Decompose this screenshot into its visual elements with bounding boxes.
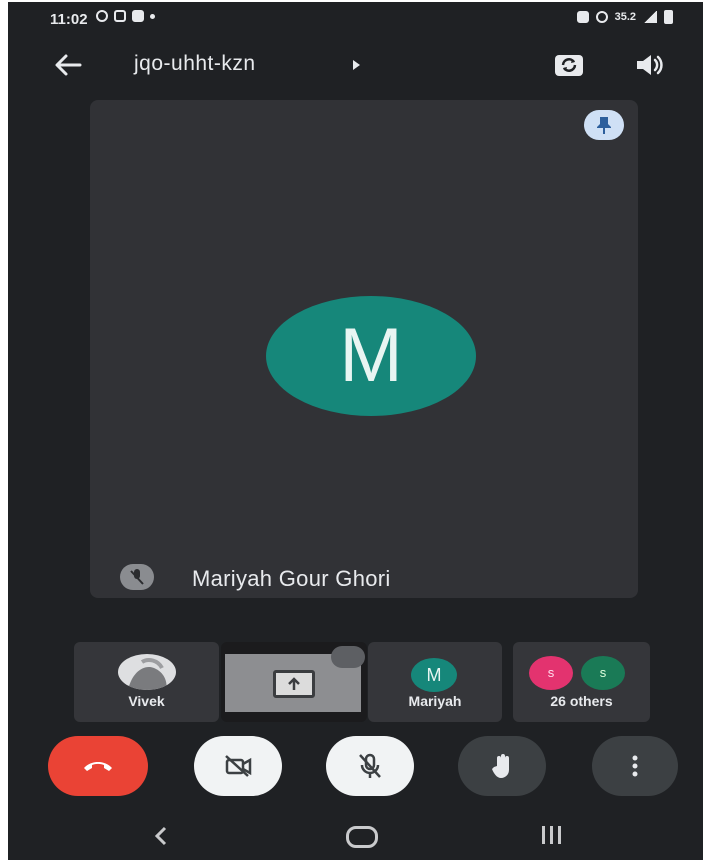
switch-camera-icon[interactable]	[552, 50, 586, 80]
tile-label: Vivek	[128, 693, 165, 709]
camera-off-icon	[225, 755, 252, 777]
data-speed: 35.2	[614, 11, 636, 23]
system-nav-bar	[8, 810, 703, 860]
raise-hand-button[interactable]	[458, 736, 546, 796]
signal-icon	[643, 11, 657, 23]
phone-screen: 11:02 35.2 jqo-uhht-kzn M Mariyah Gour G…	[8, 2, 703, 860]
mic-off-icon	[359, 753, 381, 778]
participant-avatar: s	[581, 656, 625, 690]
raise-hand-icon	[492, 754, 509, 778]
more-options-button[interactable]	[592, 736, 678, 796]
camera-toggle-button[interactable]	[194, 736, 282, 796]
self-view-tile[interactable]	[221, 642, 367, 722]
mic-off-icon	[130, 569, 144, 585]
battery-icon	[664, 10, 673, 24]
present-screen-icon	[273, 670, 315, 698]
end-call-icon	[84, 762, 112, 771]
participant-tile-vivek[interactable]: Vivek	[74, 642, 219, 722]
call-controls	[8, 736, 703, 800]
participant-avatar: M	[266, 296, 476, 416]
status-bar: 11:02 35.2	[8, 2, 703, 34]
status-left-icons	[96, 10, 155, 22]
participant-avatar: s	[529, 656, 573, 690]
end-call-button[interactable]	[48, 736, 148, 796]
main-participant-tile[interactable]: M Mariyah Gour Ghori	[90, 100, 638, 598]
participant-avatar: M	[411, 658, 457, 692]
participant-tile-others[interactable]: s s 26 others	[513, 642, 650, 722]
nav-home-icon[interactable]	[346, 826, 378, 848]
more-options-icon	[632, 755, 638, 777]
participant-filmstrip: Vivek M Mariyah s s 26 others	[8, 642, 703, 722]
status-right-icons: 35.2	[576, 10, 673, 24]
tile-label: Mariyah	[408, 693, 462, 709]
pin-button[interactable]	[584, 110, 624, 140]
meeting-code[interactable]: jqo-uhht-kzn	[134, 52, 256, 76]
mic-toggle-button[interactable]	[326, 736, 414, 796]
tile-label: 26 others	[550, 693, 613, 709]
profile-photo-icon	[118, 654, 176, 690]
whatsapp-icon	[96, 10, 108, 22]
top-app-bar: jqo-uhht-kzn	[8, 42, 703, 88]
gallery-icon	[114, 10, 126, 22]
status-time: 11:02	[50, 11, 88, 28]
mic-muted-badge	[120, 564, 154, 590]
self-view-options-icon[interactable]	[331, 646, 365, 668]
hotspot-icon	[595, 11, 608, 23]
message-icon	[132, 10, 144, 22]
notification-dot-icon	[150, 13, 155, 19]
speaker-icon[interactable]	[633, 51, 667, 79]
participant-tile-mariyah[interactable]: M Mariyah	[368, 642, 502, 722]
pin-icon	[597, 117, 611, 134]
nav-back-icon[interactable]	[153, 824, 169, 848]
participant-name: Mariyah Gour Ghori	[192, 566, 391, 591]
nav-recents-icon[interactable]	[542, 826, 561, 844]
back-arrow-icon[interactable]	[52, 50, 84, 80]
meeting-info-caret-icon[interactable]	[353, 60, 360, 70]
alarm-icon	[576, 11, 589, 23]
